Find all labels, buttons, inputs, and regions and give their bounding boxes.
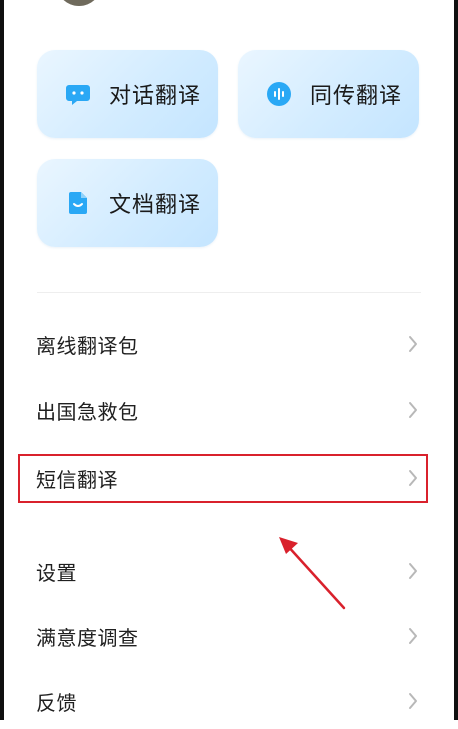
menu-item-label: 设置	[36, 560, 77, 585]
chevron-right-icon	[406, 625, 420, 647]
chevron-right-icon	[406, 333, 420, 355]
dialog-translate-label: 对话翻译	[109, 84, 202, 109]
chevron-right-icon	[406, 690, 420, 712]
simultaneous-translate-card[interactable]: 同传翻译	[238, 50, 419, 138]
chevron-right-icon	[406, 399, 420, 421]
red-arrow-icon	[279, 537, 346, 610]
document-translate-label: 文档翻译	[109, 193, 202, 218]
document-translate-card[interactable]: 文档翻译	[37, 159, 218, 247]
menu-item-offline-pack[interactable]: 离线翻译包	[0, 316, 458, 372]
menu-item-label: 出国急救包	[36, 399, 139, 424]
menu-item-label: 离线翻译包	[36, 333, 139, 358]
voice-wave-icon	[266, 81, 292, 107]
menu-item-label: 满意度调查	[36, 625, 139, 650]
dialog-translate-card[interactable]: 对话翻译	[37, 50, 218, 138]
menu-item-feedback[interactable]: 反馈	[0, 673, 458, 729]
chat-bubble-icon	[65, 81, 91, 107]
menu-item-label: 反馈	[36, 690, 77, 715]
menu-item-emergency-kit[interactable]: 出国急救包	[0, 382, 458, 438]
menu-item-settings[interactable]: 设置	[0, 543, 458, 599]
simultaneous-translate-label: 同传翻译	[310, 84, 403, 109]
document-icon	[65, 190, 91, 216]
avatar[interactable]	[56, 0, 102, 6]
highlight-box	[18, 454, 428, 503]
section-divider	[37, 292, 421, 293]
menu-item-survey[interactable]: 满意度调查	[0, 608, 458, 664]
chevron-right-icon	[406, 560, 420, 582]
